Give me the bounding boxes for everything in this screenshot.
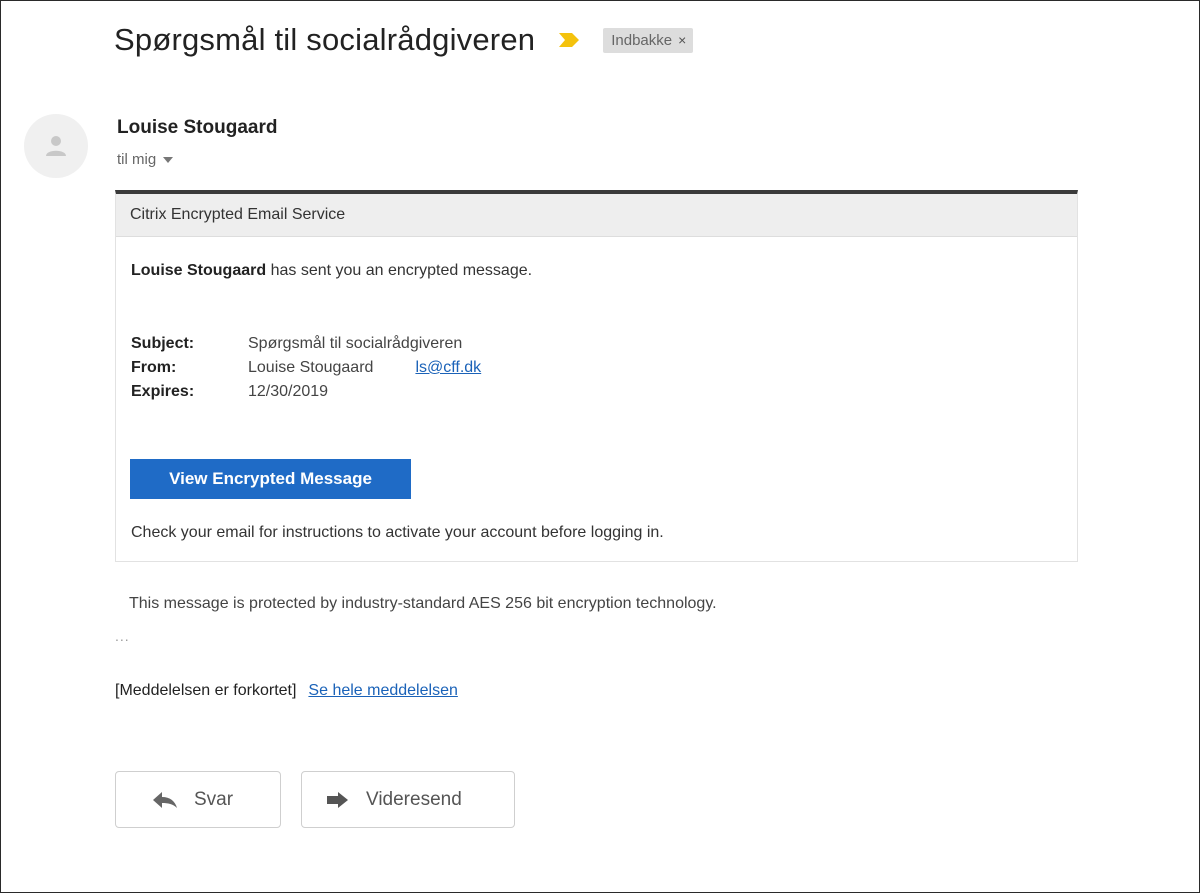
reply-button[interactable]: Svar <box>115 771 281 828</box>
notice-sender: Louise Stougaard <box>131 262 267 279</box>
sender-email-link[interactable]: ls@cff.dk <box>415 359 481 377</box>
card-header: Citrix Encrypted Email Service <box>116 194 1077 237</box>
meta-from-value: Louise Stougaard <box>248 359 374 376</box>
meta-expires-value: 12/30/2019 <box>248 383 329 400</box>
view-encrypted-message-button[interactable]: View Encrypted Message <box>130 459 411 499</box>
show-trimmed-content[interactable]: ... <box>115 628 130 644</box>
reply-label: Svar <box>194 788 234 810</box>
encrypted-message-card: Citrix Encrypted Email Service Louise St… <box>115 190 1078 562</box>
recipient-text: til mig <box>117 151 157 168</box>
remove-label-icon[interactable]: × <box>678 32 686 48</box>
meta-expires-label: Expires: <box>131 383 195 400</box>
meta-subject-row: Subject: Spørgsmål til socialrådgiveren <box>131 332 481 356</box>
view-full-message-link[interactable]: Se hele meddelelsen <box>308 682 457 700</box>
meta-subject-label: Subject: <box>131 335 195 352</box>
meta-subject-value: Spørgsmål til socialrådgiveren <box>248 335 463 352</box>
recipient-details-toggle[interactable]: til mig <box>117 151 174 168</box>
person-icon <box>46 136 66 156</box>
sender-avatar <box>24 114 88 178</box>
message-metadata: Subject: Spørgsmål til socialrådgiveren … <box>131 332 481 404</box>
caret-down-icon[interactable] <box>163 156 174 163</box>
importance-marker-icon[interactable] <box>557 31 583 49</box>
meta-expires-row: Expires: 12/30/2019 <box>131 380 481 404</box>
notice-text: has sent you an encrypted message. <box>266 262 533 279</box>
subject-row: Spørgsmål til socialrådgiveren Indbakke … <box>114 22 694 58</box>
trimmed-message-text: [Meddelelsen er forkortet] <box>115 682 297 699</box>
meta-from-label: From: <box>131 359 177 376</box>
encrypted-notice: Louise Stougaard has sent you an encrypt… <box>131 262 532 280</box>
forward-arrow-icon <box>326 791 350 809</box>
forward-button[interactable]: Videresend <box>301 771 515 828</box>
encryption-note: This message is protected by industry-st… <box>129 595 717 612</box>
email-subject: Spørgsmål til socialrådgiveren <box>114 22 536 57</box>
inbox-label-chip[interactable]: Indbakke × <box>603 27 694 53</box>
inbox-label-text: Indbakke <box>611 31 673 49</box>
reply-arrow-icon <box>152 791 178 809</box>
trimmed-message-row: [Meddelelsen er forkortet] Se hele medde… <box>115 682 458 700</box>
forward-label: Videresend <box>366 788 462 810</box>
sender-name: Louise Stougaard <box>117 117 278 138</box>
activation-instructions: Check your email for instructions to act… <box>131 524 664 541</box>
meta-from-row: From: Louise Stougaard ls@cff.dk <box>131 356 481 380</box>
